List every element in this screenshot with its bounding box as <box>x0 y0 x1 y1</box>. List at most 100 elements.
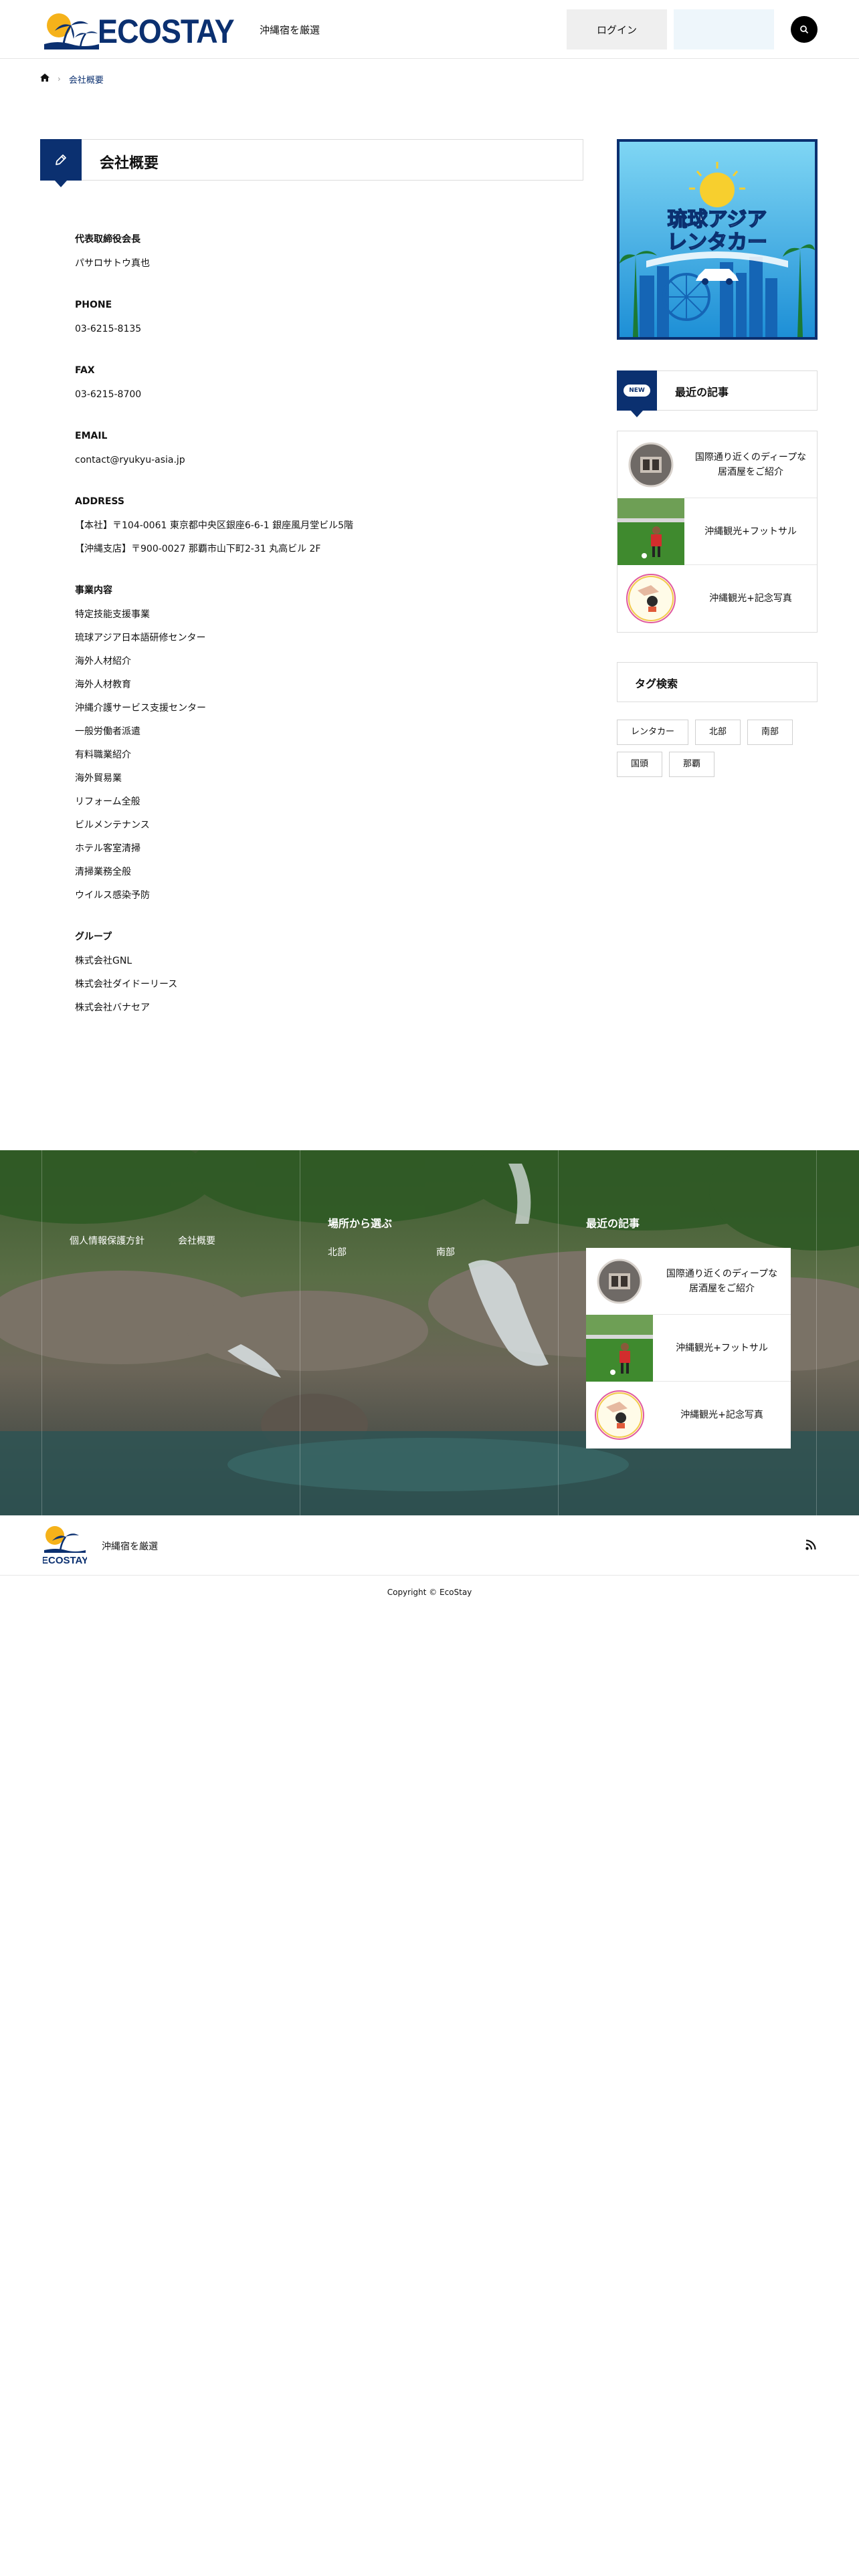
tag-kunigami[interactable]: 国頭 <box>617 752 663 777</box>
banner-text-line-2: レンタカー <box>667 231 767 254</box>
site-logo[interactable]: ECOSTAY <box>44 11 242 50</box>
info-label: 事業内容 <box>75 585 112 596</box>
izakaya-thumb-icon <box>617 431 684 498</box>
info-value: パサロサトウ真也 <box>75 258 150 269</box>
footer-column-divider <box>558 1150 559 1515</box>
info-value: 03-6215-8135 <box>75 324 142 334</box>
tag-naha[interactable]: 那覇 <box>669 752 715 777</box>
info-block-group: グループ 株式会社GNL 株式会社ダイドーリース 株式会社バナセア <box>75 930 570 1014</box>
info-label: ADDRESS <box>75 496 124 507</box>
recent-post-title: 沖縄観光+フットサル <box>704 526 797 537</box>
home-link[interactable] <box>40 74 50 84</box>
tag-rental-car[interactable]: レンタカー <box>617 720 689 745</box>
info-value: 株式会社バナセア <box>75 1002 150 1013</box>
list-item[interactable]: 国際通り近くのディープな居酒屋をご紹介 <box>586 1248 791 1315</box>
page-title: 会社概要 <box>100 155 159 172</box>
list-item[interactable]: 国際通り近くのディープな居酒屋をご紹介 <box>617 431 817 498</box>
recent-post-title: 国際通り近くのディープな居酒屋をご紹介 <box>694 451 807 477</box>
info-block-chairman: 代表取締役会長 パサロサトウ真也 <box>75 233 570 270</box>
footer-recent-title: 最近の記事 <box>586 1217 640 1230</box>
info-value: 琉球アジア日本語研修センター <box>75 633 206 643</box>
info-label: PHONE <box>75 300 112 310</box>
footer-logo[interactable]: ECOSTAY <box>41 1525 88 1566</box>
list-item[interactable]: 沖縄観光+記念写真 <box>617 565 817 632</box>
info-value: リフォーム全般 <box>75 796 140 807</box>
info-value: 株式会社ダイドーリース <box>75 979 178 990</box>
info-value: 海外貿易業 <box>75 773 122 784</box>
footer-place-south[interactable]: 南部 <box>436 1245 455 1259</box>
info-value: 特定技能支援事業 <box>75 609 150 620</box>
info-value: 沖縄介護サービス支援センター <box>75 703 206 714</box>
pencil-icon <box>56 154 66 165</box>
tag-search-title: タグ検索 <box>635 677 678 690</box>
info-value: 清掃業務全般 <box>75 867 131 877</box>
new-badge: NEW <box>617 370 657 417</box>
info-label: 代表取締役会長 <box>75 234 140 245</box>
recent-post-title: 国際通り近くのディープな居酒屋をご紹介 <box>666 1268 778 1294</box>
tag-south[interactable]: 南部 <box>747 720 793 745</box>
breadcrumb: › 会社概要 <box>40 72 104 86</box>
info-label: FAX <box>75 365 95 376</box>
palm-sun-logo-icon <box>44 13 99 49</box>
recent-post-title: 沖縄観光+記念写真 <box>709 593 792 604</box>
rss-link[interactable] <box>805 1539 816 1553</box>
info-value: ウイルス感染予防 <box>75 890 150 901</box>
copyright: Copyright © EcoStay <box>387 1588 472 1597</box>
footer-logo-text: ECOSTAY <box>43 1555 87 1566</box>
breadcrumb-current[interactable]: 会社概要 <box>69 73 104 86</box>
company-info: 代表取締役会長 パサロサトウ真也 PHONE 03-6215-8135 FAX … <box>75 233 570 1043</box>
info-label: グループ <box>75 932 112 942</box>
search-button[interactable] <box>791 16 818 43</box>
info-block-fax: FAX 03-6215-8700 <box>75 364 570 401</box>
tag-list: レンタカー 北部 南部 国頭 那覇 <box>617 720 818 777</box>
list-item[interactable]: 沖縄観光+フットサル <box>617 498 817 565</box>
info-value: ホテル客室清掃 <box>75 843 140 854</box>
info-value: 03-6215-8700 <box>75 389 142 400</box>
recent-post-title: 沖縄観光+フットサル <box>676 1342 768 1354</box>
rental-car-banner[interactable]: 琉球アジア レンタカー <box>617 139 818 340</box>
recent-posts-heading: NEW 最近の記事 <box>617 370 818 417</box>
login-button[interactable]: ログイン <box>567 9 667 49</box>
tag-search-heading: タグ検索 <box>617 662 818 702</box>
list-item[interactable]: 沖縄観光+フットサル <box>586 1315 791 1382</box>
footer-bar: ECOSTAY 沖縄宿を厳選 <box>0 1515 859 1576</box>
info-label: EMAIL <box>75 431 108 441</box>
footer-privacy-link[interactable]: 個人情報保護方針 <box>70 1234 145 1247</box>
list-item[interactable]: 沖縄観光+記念写真 <box>586 1382 791 1448</box>
info-value: 海外人材教育 <box>75 679 131 690</box>
photo-thumb-icon <box>617 565 684 632</box>
photo-thumb-icon <box>586 1382 653 1448</box>
info-value: 【本社】〒104-0061 東京都中央区銀座6-6-1 銀座風月堂ビル5階 <box>75 520 354 531</box>
izakaya-thumb-icon <box>586 1248 653 1315</box>
info-value: ビルメンテナンス <box>75 820 150 831</box>
futsal-thumb-icon <box>586 1315 653 1382</box>
site-tagline: 沖縄宿を厳選 <box>260 24 320 36</box>
register-button[interactable]: 会員登録 <box>674 9 774 49</box>
recent-posts-title: 最近の記事 <box>675 386 729 399</box>
new-badge-label: NEW <box>624 385 650 397</box>
page-heading: 会社概要 <box>40 139 583 187</box>
footer-place-title: 場所から選ぶ <box>328 1217 393 1230</box>
site-header: ECOSTAY 沖縄宿を厳選 ログイン 会員登録 <box>0 0 859 59</box>
footer-column-divider <box>41 1150 42 1515</box>
footer-column-divider <box>816 1150 817 1515</box>
info-block-phone: PHONE 03-6215-8135 <box>75 298 570 336</box>
info-block-address: ADDRESS 【本社】〒104-0061 東京都中央区銀座6-6-1 銀座風月… <box>75 495 570 556</box>
palm-sun-logo-icon: ECOSTAY <box>41 1526 88 1566</box>
rss-icon <box>805 1539 816 1550</box>
tag-north[interactable]: 北部 <box>695 720 741 745</box>
info-value: 株式会社GNL <box>75 956 132 966</box>
info-value: 一般労働者派遣 <box>75 726 140 737</box>
rental-car-banner-image: 琉球アジア レンタカー <box>619 142 815 337</box>
recent-posts-list: 国際通り近くのディープな居酒屋をご紹介 沖縄観光+フットサル 沖縄観光+記念写真 <box>617 431 818 633</box>
chevron-right-icon: › <box>58 74 61 84</box>
logo-text: ECOSTAY <box>98 13 235 50</box>
info-value: contact@ryukyu-asia.jp <box>75 455 185 465</box>
heading-badge <box>40 139 82 187</box>
info-block-email: EMAIL contact@ryukyu-asia.jp <box>75 429 570 467</box>
info-block-business: 事業内容 特定技能支援事業 琉球アジア日本語研修センター 海外人材紹介 海外人材… <box>75 584 570 902</box>
footer-company-link[interactable]: 会社概要 <box>178 1234 215 1247</box>
info-value: 海外人材紹介 <box>75 656 131 667</box>
footer-place-north[interactable]: 北部 <box>328 1245 347 1259</box>
info-value: 有料職業紹介 <box>75 750 131 760</box>
